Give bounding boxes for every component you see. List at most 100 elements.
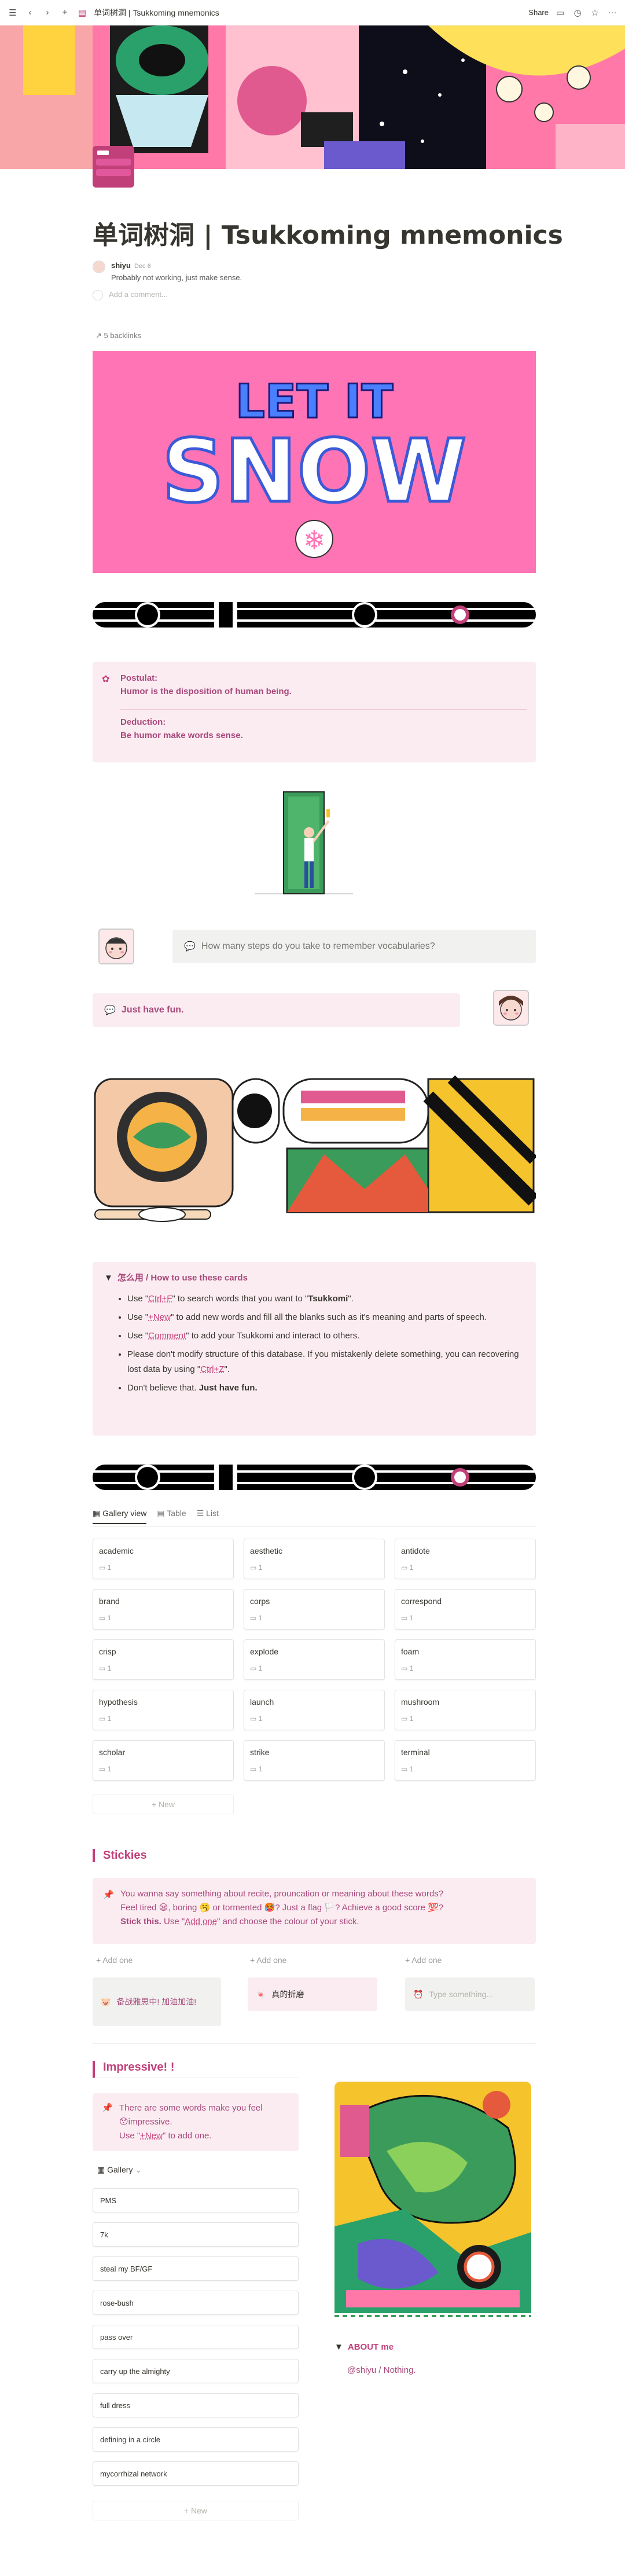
gallery-card[interactable]: mushroom ▭ 1 [395,1690,536,1730]
gallery-card[interactable]: explode ▭ 1 [244,1639,385,1680]
about-text: @shiyu / Nothing. [347,2365,416,2375]
comment-count: ▭ 1 [250,1765,263,1773]
comment-count: ▭ 1 [99,1715,112,1723]
gallery-card[interactable]: corps ▭ 1 [244,1589,385,1630]
postulat-callout: ✿ Postulat: Humor is the disposition of … [93,662,536,762]
database-view-tabs: ▦ Gallery view ▤ Table ☰ List [93,1509,536,1527]
pushpin-icon: 📌 [103,1890,114,1900]
stickies-callout: 📌 You wanna say something about recite, … [93,1878,536,1944]
gallery-card[interactable]: academic ▭ 1 [93,1539,234,1579]
add-one-button[interactable]: + Add one [405,1955,442,1965]
back-icon[interactable]: ‹ [24,8,36,17]
banner-text-top: LET IT [236,375,394,428]
gallery-card[interactable]: terminal ▭ 1 [395,1740,536,1781]
card-title: antidote [401,1546,430,1555]
impressive-line-2: 😯impressive. [119,2117,172,2127]
shortcut-code: +New [148,1312,171,1322]
share-button[interactable]: Share [528,8,549,17]
card-title: launch [250,1697,274,1707]
tab-list-view[interactable]: ☰ List [197,1509,219,1518]
stickies-heading: Stickies [93,1849,147,1862]
page-emoji-icon: ▤ [78,8,87,18]
bold-text: Tsukkomi [308,1294,348,1304]
comment-count: ▭ 1 [250,1664,263,1672]
comment-count: ▭ 1 [250,1564,263,1572]
tab-gallery-view[interactable]: ▦ Gallery view [93,1509,147,1524]
breadcrumb-title[interactable]: 单词树洞 | Tsukkoming mnemonics [94,7,219,19]
comment-count: ▭ 1 [401,1664,414,1672]
gallery-card[interactable]: crisp ▭ 1 [93,1639,234,1680]
new-item-button[interactable]: + New [93,2501,299,2520]
favorite-star-icon[interactable]: ☆ [589,8,601,18]
gallery-card[interactable]: correspond ▭ 1 [395,1589,536,1630]
comment-count: ▭ 1 [401,1765,414,1773]
how-to-toggle-header[interactable]: ▼ 怎么用 / How to use these cards [104,1271,524,1283]
list-item[interactable]: defining in a circle [93,2427,299,2452]
list-item[interactable]: steal my BF/GF [93,2256,299,2281]
chevron-down-icon: ⌄ [135,2165,142,2174]
list-item: Please don't modify structure of this da… [127,1347,524,1377]
sticky-note[interactable]: 🍬 真的折磨 [248,1977,377,2011]
add-comment-input[interactable]: Add a comment... [109,290,168,299]
about-me-toggle[interactable]: ▼ ABOUT me [334,2342,394,2352]
comment-count: ▭ 1 [401,1715,414,1723]
list-item[interactable]: full dress [93,2393,299,2417]
comment-count: ▭ 1 [99,1765,112,1773]
gallery-view-selector[interactable]: ▦ Gallery ⌄ [97,2165,142,2175]
list-item[interactable]: rose-bush [93,2291,299,2315]
add-page-icon[interactable]: + [59,8,71,17]
sticky-note[interactable]: 🐷 备战雅思中! 加油加油! [93,1977,221,2026]
sidebar-toggle-icon[interactable]: ☰ [7,8,19,18]
pig-icon: 🐷 [101,1997,111,2006]
toggle-triangle-icon[interactable]: ▼ [334,2342,343,2352]
backlinks-link[interactable]: ↗ 5 backlinks [95,331,141,340]
card-title: corps [250,1597,270,1606]
gallery-icon: ▦ [93,1509,101,1518]
gallery-card[interactable]: foam ▭ 1 [395,1639,536,1680]
toggle-triangle-icon[interactable]: ▼ [104,1273,113,1283]
forward-icon[interactable]: › [42,8,53,17]
list-item[interactable]: pass over [93,2325,299,2349]
avatar [493,990,529,1026]
new-card-button[interactable]: + New [93,1795,234,1814]
page-icon[interactable] [93,146,134,188]
list-item[interactable]: mycorrhizal network [93,2461,299,2486]
gallery-card[interactable]: scholar ▭ 1 [93,1740,234,1781]
comments-icon[interactable]: ▭ [554,8,566,18]
more-options-icon[interactable]: ··· [606,8,618,17]
add-one-button[interactable]: + Add one [96,1955,133,1965]
card-title: explode [250,1647,279,1656]
shortcut-code: Comment [148,1331,186,1341]
how-to-use-toggle: ▼ 怎么用 / How to use these cards Use "Ctrl+… [93,1262,536,1436]
updates-icon[interactable]: ◷ [572,8,583,18]
card-title: correspond [401,1597,442,1606]
page-title[interactable]: 单词树洞 | Tsukkoming mnemonics [93,214,563,251]
list-item[interactable]: carry up the almighty [93,2359,299,2383]
gallery-card[interactable]: launch ▭ 1 [244,1690,385,1730]
award-icon: ✿ [102,674,110,684]
tab-table-view[interactable]: ▤ Table [157,1509,186,1518]
table-icon: ▤ [157,1509,165,1518]
bold-text: Just have fun. [198,1383,258,1393]
gallery-card[interactable]: brand ▭ 1 [93,1589,234,1630]
gallery-card[interactable]: aesthetic ▭ 1 [244,1539,385,1579]
deduction-label: Deduction: [120,717,166,727]
add-one-button[interactable]: + Add one [250,1955,286,1965]
about-title: ABOUT me [347,2342,394,2352]
gallery-card[interactable]: antidote ▭ 1 [395,1539,536,1579]
list-item[interactable]: PMS [93,2188,299,2212]
avatar [98,929,134,964]
gallery-card[interactable]: hypothesis ▭ 1 [93,1690,234,1730]
avatar [93,290,103,300]
sticky-note[interactable]: ⏰ Type something... [405,1977,535,2011]
list-item: Use "+New" to add new words and fill all… [127,1310,524,1325]
comment-count: ▭ 1 [250,1715,263,1723]
shortcut-code: Ctrl+Z [200,1364,225,1374]
speech-bubble-icon: 💬 [104,1006,116,1015]
avatar [93,260,105,273]
pushpin-icon: 📌 [102,2103,113,2113]
comment-count: ▭ 1 [401,1564,414,1572]
gallery-card[interactable]: strike ▭ 1 [244,1740,385,1781]
question-text: How many steps do you take to remember v… [201,941,435,951]
list-item[interactable]: 7k [93,2222,299,2247]
